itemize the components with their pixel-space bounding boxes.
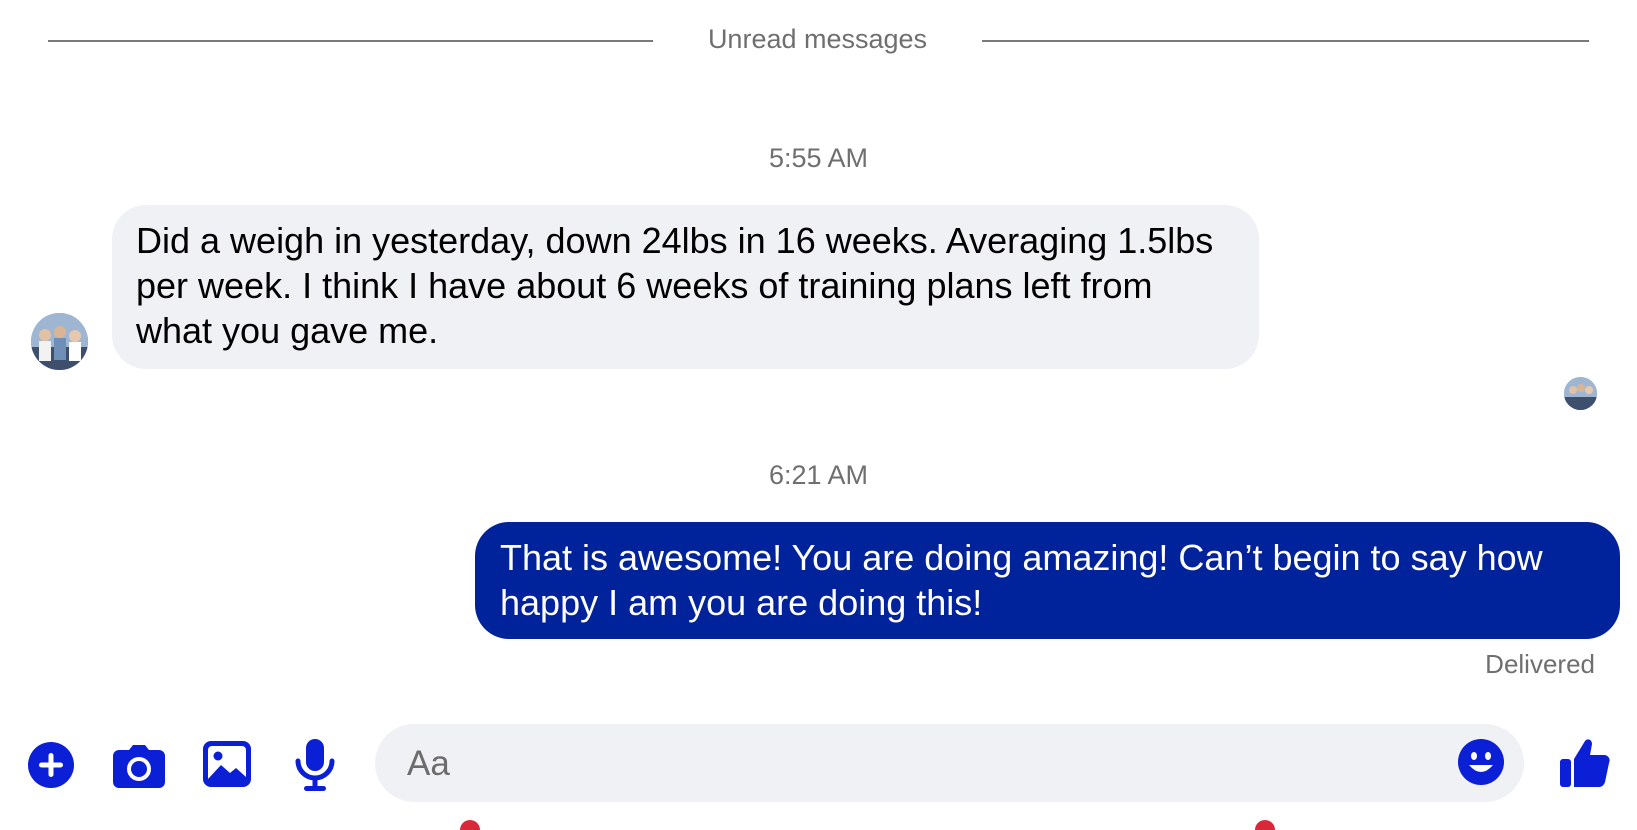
contact-avatar[interactable] <box>31 313 88 370</box>
camera-icon[interactable] <box>113 744 165 788</box>
divider-line-right <box>982 40 1589 42</box>
decorative-dot <box>460 820 480 830</box>
unread-divider-label: Unread messages <box>707 24 928 54</box>
outgoing-message-bubble[interactable]: That is awesome! You are doing amazing! … <box>475 522 1620 639</box>
message-input[interactable] <box>405 738 1409 790</box>
incoming-message-bubble[interactable]: Did a weigh in yesterday, down 24lbs in … <box>112 205 1259 369</box>
thumbs-up-icon[interactable] <box>1560 737 1610 787</box>
message-composer[interactable] <box>375 724 1524 802</box>
plus-icon[interactable] <box>28 742 74 788</box>
gallery-icon[interactable] <box>203 741 251 787</box>
microphone-icon[interactable] <box>294 739 336 791</box>
decorative-dot <box>1255 820 1275 830</box>
emoji-icon[interactable] <box>1458 739 1504 785</box>
chat-screen: Unread messages 5:55 AM Did a weigh in y… <box>0 0 1637 830</box>
read-receipt-avatar <box>1564 377 1597 410</box>
message-timestamp: 6:21 AM <box>768 460 869 490</box>
divider-line-left <box>48 40 653 42</box>
delivery-status: Delivered <box>1485 649 1595 679</box>
message-timestamp: 5:55 AM <box>768 143 869 173</box>
